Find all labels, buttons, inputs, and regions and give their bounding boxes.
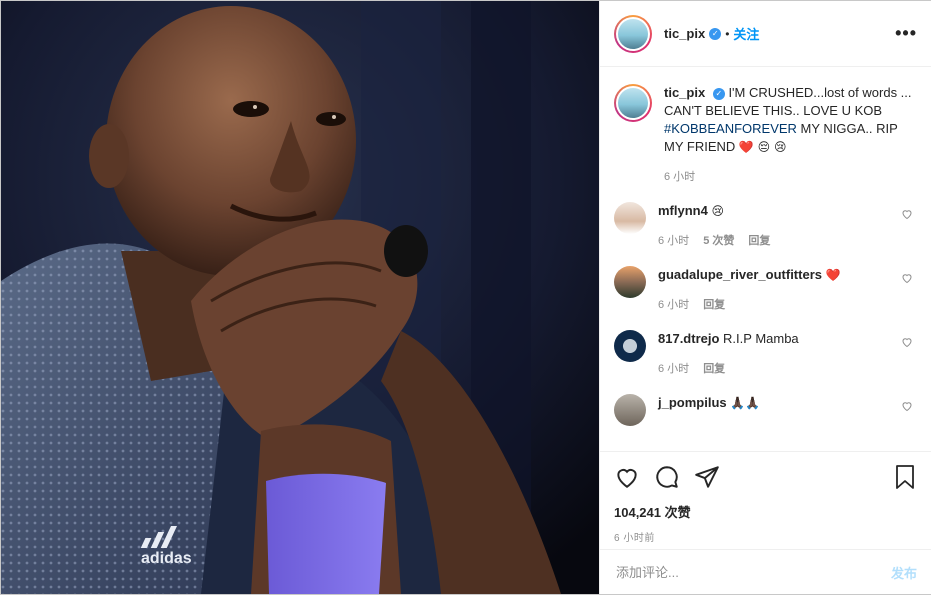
comment-time[interactable]: 6 小时 bbox=[658, 232, 689, 250]
post-comment-button[interactable]: 发布 bbox=[891, 563, 917, 582]
follow-button[interactable]: 关注 bbox=[733, 24, 759, 43]
comment-text: ❤️ bbox=[825, 268, 841, 282]
like-comment-heart-icon[interactable] bbox=[901, 208, 913, 220]
comment-likes[interactable]: 5 次赞 bbox=[703, 232, 734, 250]
hashtag-link[interactable]: #KOBBEANFOREVER bbox=[664, 121, 797, 136]
caption-emojis: ❤️ 😔 😢 bbox=[738, 140, 787, 154]
post-dialog: adidas tic_pix ✓ • 关注 ••• tic_pix ✓ I'M … bbox=[0, 0, 931, 595]
comment-item: j_pompilus 🙏🏿🙏🏿 bbox=[614, 394, 917, 426]
comment-input[interactable] bbox=[614, 563, 891, 581]
like-comment-heart-icon[interactable] bbox=[901, 336, 913, 348]
header-separator: • bbox=[725, 26, 730, 41]
post-photo[interactable]: adidas bbox=[1, 1, 599, 594]
save-bookmark-icon[interactable] bbox=[893, 464, 917, 490]
commenter-avatar[interactable] bbox=[614, 330, 646, 362]
comment-username[interactable]: mflynn4 bbox=[658, 203, 708, 218]
like-comment-heart-icon[interactable] bbox=[901, 272, 913, 284]
comment-username[interactable]: j_pompilus bbox=[658, 395, 727, 410]
likes-count[interactable]: 104,241 次赞 bbox=[614, 502, 917, 521]
like-heart-icon[interactable] bbox=[614, 464, 640, 490]
post-header: tic_pix ✓ • 关注 ••• bbox=[600, 1, 931, 67]
comment-item: mflynn4 😢 6 小时 5 次赞 回复 bbox=[614, 202, 917, 250]
verified-icon: ✓ bbox=[709, 27, 722, 40]
commenter-avatar[interactable] bbox=[614, 202, 646, 234]
more-options-icon[interactable]: ••• bbox=[895, 23, 917, 44]
comment-time[interactable]: 6 小时 bbox=[658, 360, 689, 378]
portrait-illustration: adidas bbox=[1, 1, 599, 594]
add-comment-bar: 发布 bbox=[600, 549, 931, 594]
comment-item: 817.dtrejo R.I.P Mamba 6 小时 回复 bbox=[614, 330, 917, 378]
author-username[interactable]: tic_pix bbox=[664, 26, 705, 41]
sleeve-logo-text: adidas bbox=[141, 550, 192, 567]
comments-list[interactable]: tic_pix ✓ I'M CRUSHED...lost of words ..… bbox=[600, 68, 931, 450]
comment-bubble-icon[interactable] bbox=[654, 464, 680, 490]
comment-item: guadalupe_river_outfitters ❤️ 6 小时 回复 bbox=[614, 266, 917, 314]
caption-avatar[interactable] bbox=[614, 84, 652, 122]
comment-username[interactable]: guadalupe_river_outfitters bbox=[658, 267, 822, 282]
post-caption: tic_pix ✓ I'M CRUSHED...lost of words ..… bbox=[614, 84, 917, 186]
post-side-panel: tic_pix ✓ • 关注 ••• tic_pix ✓ I'M CRUSHED… bbox=[599, 1, 931, 594]
share-paper-plane-icon[interactable] bbox=[694, 464, 720, 490]
post-actions: 104,241 次赞 6 小时前 bbox=[600, 451, 931, 544]
commenter-avatar[interactable] bbox=[614, 266, 646, 298]
comment-text: 🙏🏿🙏🏿 bbox=[730, 396, 761, 410]
reply-button[interactable]: 回复 bbox=[748, 232, 770, 250]
reply-button[interactable]: 回复 bbox=[703, 296, 725, 314]
author-avatar[interactable] bbox=[614, 14, 652, 53]
caption-time[interactable]: 6 小时 bbox=[664, 168, 695, 186]
like-comment-heart-icon[interactable] bbox=[901, 400, 913, 412]
verified-icon: ✓ bbox=[712, 87, 725, 100]
comment-text: R.I.P Mamba bbox=[723, 331, 799, 346]
caption-username[interactable]: tic_pix bbox=[664, 85, 705, 100]
comment-time[interactable]: 6 小时 bbox=[658, 296, 689, 314]
comment-username[interactable]: 817.dtrejo bbox=[658, 331, 719, 346]
comment-text: 😢 bbox=[711, 204, 724, 218]
posted-time[interactable]: 6 小时前 bbox=[614, 529, 917, 544]
commenter-avatar[interactable] bbox=[614, 394, 646, 426]
action-icons bbox=[614, 462, 917, 492]
reply-button[interactable]: 回复 bbox=[703, 360, 725, 378]
